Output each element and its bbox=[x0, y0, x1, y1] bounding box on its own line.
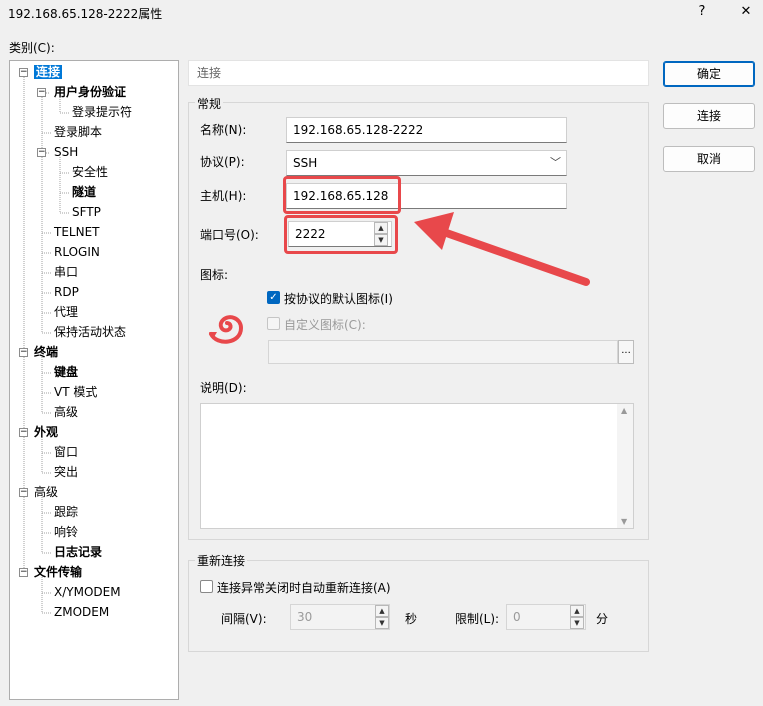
description-textarea[interactable] bbox=[200, 403, 634, 529]
tree-item-rlogin[interactable]: RLOGIN bbox=[54, 243, 100, 261]
name-label: 名称(N): bbox=[200, 123, 247, 137]
seconds-label: 秒 bbox=[405, 612, 418, 626]
name-input[interactable]: 192.168.65.128-2222 bbox=[286, 117, 567, 143]
port-highlight-box bbox=[284, 215, 398, 254]
auto-reconnect-checkbox[interactable] bbox=[200, 580, 213, 593]
description-scrollbar[interactable]: ▲ ▼ bbox=[617, 404, 633, 528]
session-swirl-icon bbox=[209, 315, 244, 344]
tree-item-login-prompt[interactable]: 登录提示符 bbox=[72, 103, 132, 121]
collapse-icon[interactable]: − bbox=[37, 88, 46, 97]
host-highlight-box bbox=[283, 176, 401, 214]
tree-item-keyboard[interactable]: 键盘 bbox=[54, 363, 78, 381]
tree-item-keepalive[interactable]: 保持活动状态 bbox=[54, 323, 126, 341]
minutes-label: 分 bbox=[596, 612, 609, 626]
tree-item-terminal-advanced[interactable]: 高级 bbox=[54, 403, 78, 421]
collapse-icon[interactable]: − bbox=[19, 348, 28, 357]
spin-up-icon[interactable]: ▲ bbox=[570, 605, 584, 617]
window-title: 192.168.65.128-2222属性 bbox=[8, 7, 163, 21]
scroll-down-icon[interactable]: ▼ bbox=[621, 517, 627, 526]
category-tree[interactable]: − − − − − − − 连接 用户身份验证 登录提示符 登录脚本 SSH 安… bbox=[9, 60, 179, 700]
tree-item-security[interactable]: 安全性 bbox=[72, 163, 108, 181]
cancel-button[interactable]: 取消 bbox=[663, 146, 755, 172]
tree-item-logging[interactable]: 日志记录 bbox=[54, 543, 102, 561]
collapse-icon[interactable]: − bbox=[19, 428, 28, 437]
interval-spinner[interactable]: ▲ ▼ bbox=[375, 605, 389, 629]
tree-item-trace[interactable]: 跟踪 bbox=[54, 503, 78, 521]
tree-item-rdp[interactable]: RDP bbox=[54, 283, 79, 301]
interval-label: 间隔(V): bbox=[221, 612, 267, 626]
tree-item-file-transfer[interactable]: 文件传输 bbox=[34, 563, 82, 581]
tree-item-telnet[interactable]: TELNET bbox=[54, 223, 100, 241]
general-group-title: 常规 bbox=[195, 95, 224, 112]
limit-label: 限制(L): bbox=[455, 612, 500, 626]
custom-icon-path-input bbox=[268, 340, 618, 364]
default-icon-checkbox[interactable]: ✓ bbox=[267, 291, 280, 304]
close-icon[interactable]: ✕ bbox=[736, 2, 756, 22]
spin-down-icon[interactable]: ▼ bbox=[570, 617, 584, 629]
spin-up-icon[interactable]: ▲ bbox=[375, 605, 389, 617]
category-label: 类别(C): bbox=[9, 41, 55, 55]
tree-item-serial[interactable]: 串口 bbox=[54, 263, 78, 281]
protocol-selected-value: SSH bbox=[293, 156, 318, 170]
reconnect-group-title: 重新连接 bbox=[195, 552, 248, 569]
chevron-down-icon: ﹀ bbox=[550, 156, 561, 169]
tree-item-zmodem[interactable]: ZMODEM bbox=[54, 603, 109, 621]
ok-button[interactable]: 确定 bbox=[663, 61, 755, 87]
page-header: 连接 bbox=[188, 60, 649, 86]
tree-item-auth[interactable]: 用户身份验证 bbox=[54, 83, 126, 101]
protocol-label: 协议(P): bbox=[200, 155, 245, 169]
collapse-icon[interactable]: − bbox=[19, 488, 28, 497]
tree-item-connection[interactable]: 连接 bbox=[34, 63, 63, 81]
tree-item-login-script[interactable]: 登录脚本 bbox=[54, 123, 102, 141]
limit-spinner[interactable]: ▲ ▼ bbox=[570, 605, 584, 629]
tree-item-sftp[interactable]: SFTP bbox=[72, 203, 101, 221]
tree-item-highlight[interactable]: 突出 bbox=[54, 463, 78, 481]
default-icon-label: 按协议的默认图标(I) bbox=[284, 292, 393, 306]
tree-item-proxy[interactable]: 代理 bbox=[54, 303, 78, 321]
custom-icon-label: 自定义图标(C): bbox=[284, 318, 366, 332]
tree-item-ssh[interactable]: SSH bbox=[54, 143, 78, 161]
tree-item-window[interactable]: 窗口 bbox=[54, 443, 78, 461]
tree-item-terminal[interactable]: 终端 bbox=[34, 343, 58, 361]
tree-item-vt-mode[interactable]: VT 模式 bbox=[54, 383, 97, 401]
tree-item-bell[interactable]: 响铃 bbox=[54, 523, 78, 541]
custom-icon-checkbox[interactable] bbox=[267, 317, 280, 330]
protocol-select[interactable]: SSH ﹀ bbox=[286, 150, 567, 176]
browse-button[interactable]: ... bbox=[618, 340, 634, 364]
collapse-icon[interactable]: − bbox=[19, 568, 28, 577]
description-label: 说明(D): bbox=[200, 381, 247, 395]
port-label: 端口号(O): bbox=[200, 228, 259, 242]
tree-item-appearance[interactable]: 外观 bbox=[34, 423, 58, 441]
auto-reconnect-label: 连接异常关闭时自动重新连接(A) bbox=[217, 581, 391, 595]
spin-down-icon[interactable]: ▼ bbox=[375, 617, 389, 629]
collapse-icon[interactable]: − bbox=[37, 148, 46, 157]
tree-item-xymodem[interactable]: X/YMODEM bbox=[54, 583, 121, 601]
tree-item-tunnel[interactable]: 隧道 bbox=[72, 183, 96, 201]
annotation-arrow-icon bbox=[414, 212, 590, 286]
help-button[interactable]: ? bbox=[692, 2, 712, 22]
collapse-icon[interactable]: − bbox=[19, 68, 28, 77]
tree-item-advanced[interactable]: 高级 bbox=[34, 483, 58, 501]
icon-label: 图标: bbox=[200, 268, 229, 282]
connect-button[interactable]: 连接 bbox=[663, 103, 755, 129]
host-label: 主机(H): bbox=[200, 189, 247, 203]
scroll-up-icon[interactable]: ▲ bbox=[621, 406, 627, 415]
